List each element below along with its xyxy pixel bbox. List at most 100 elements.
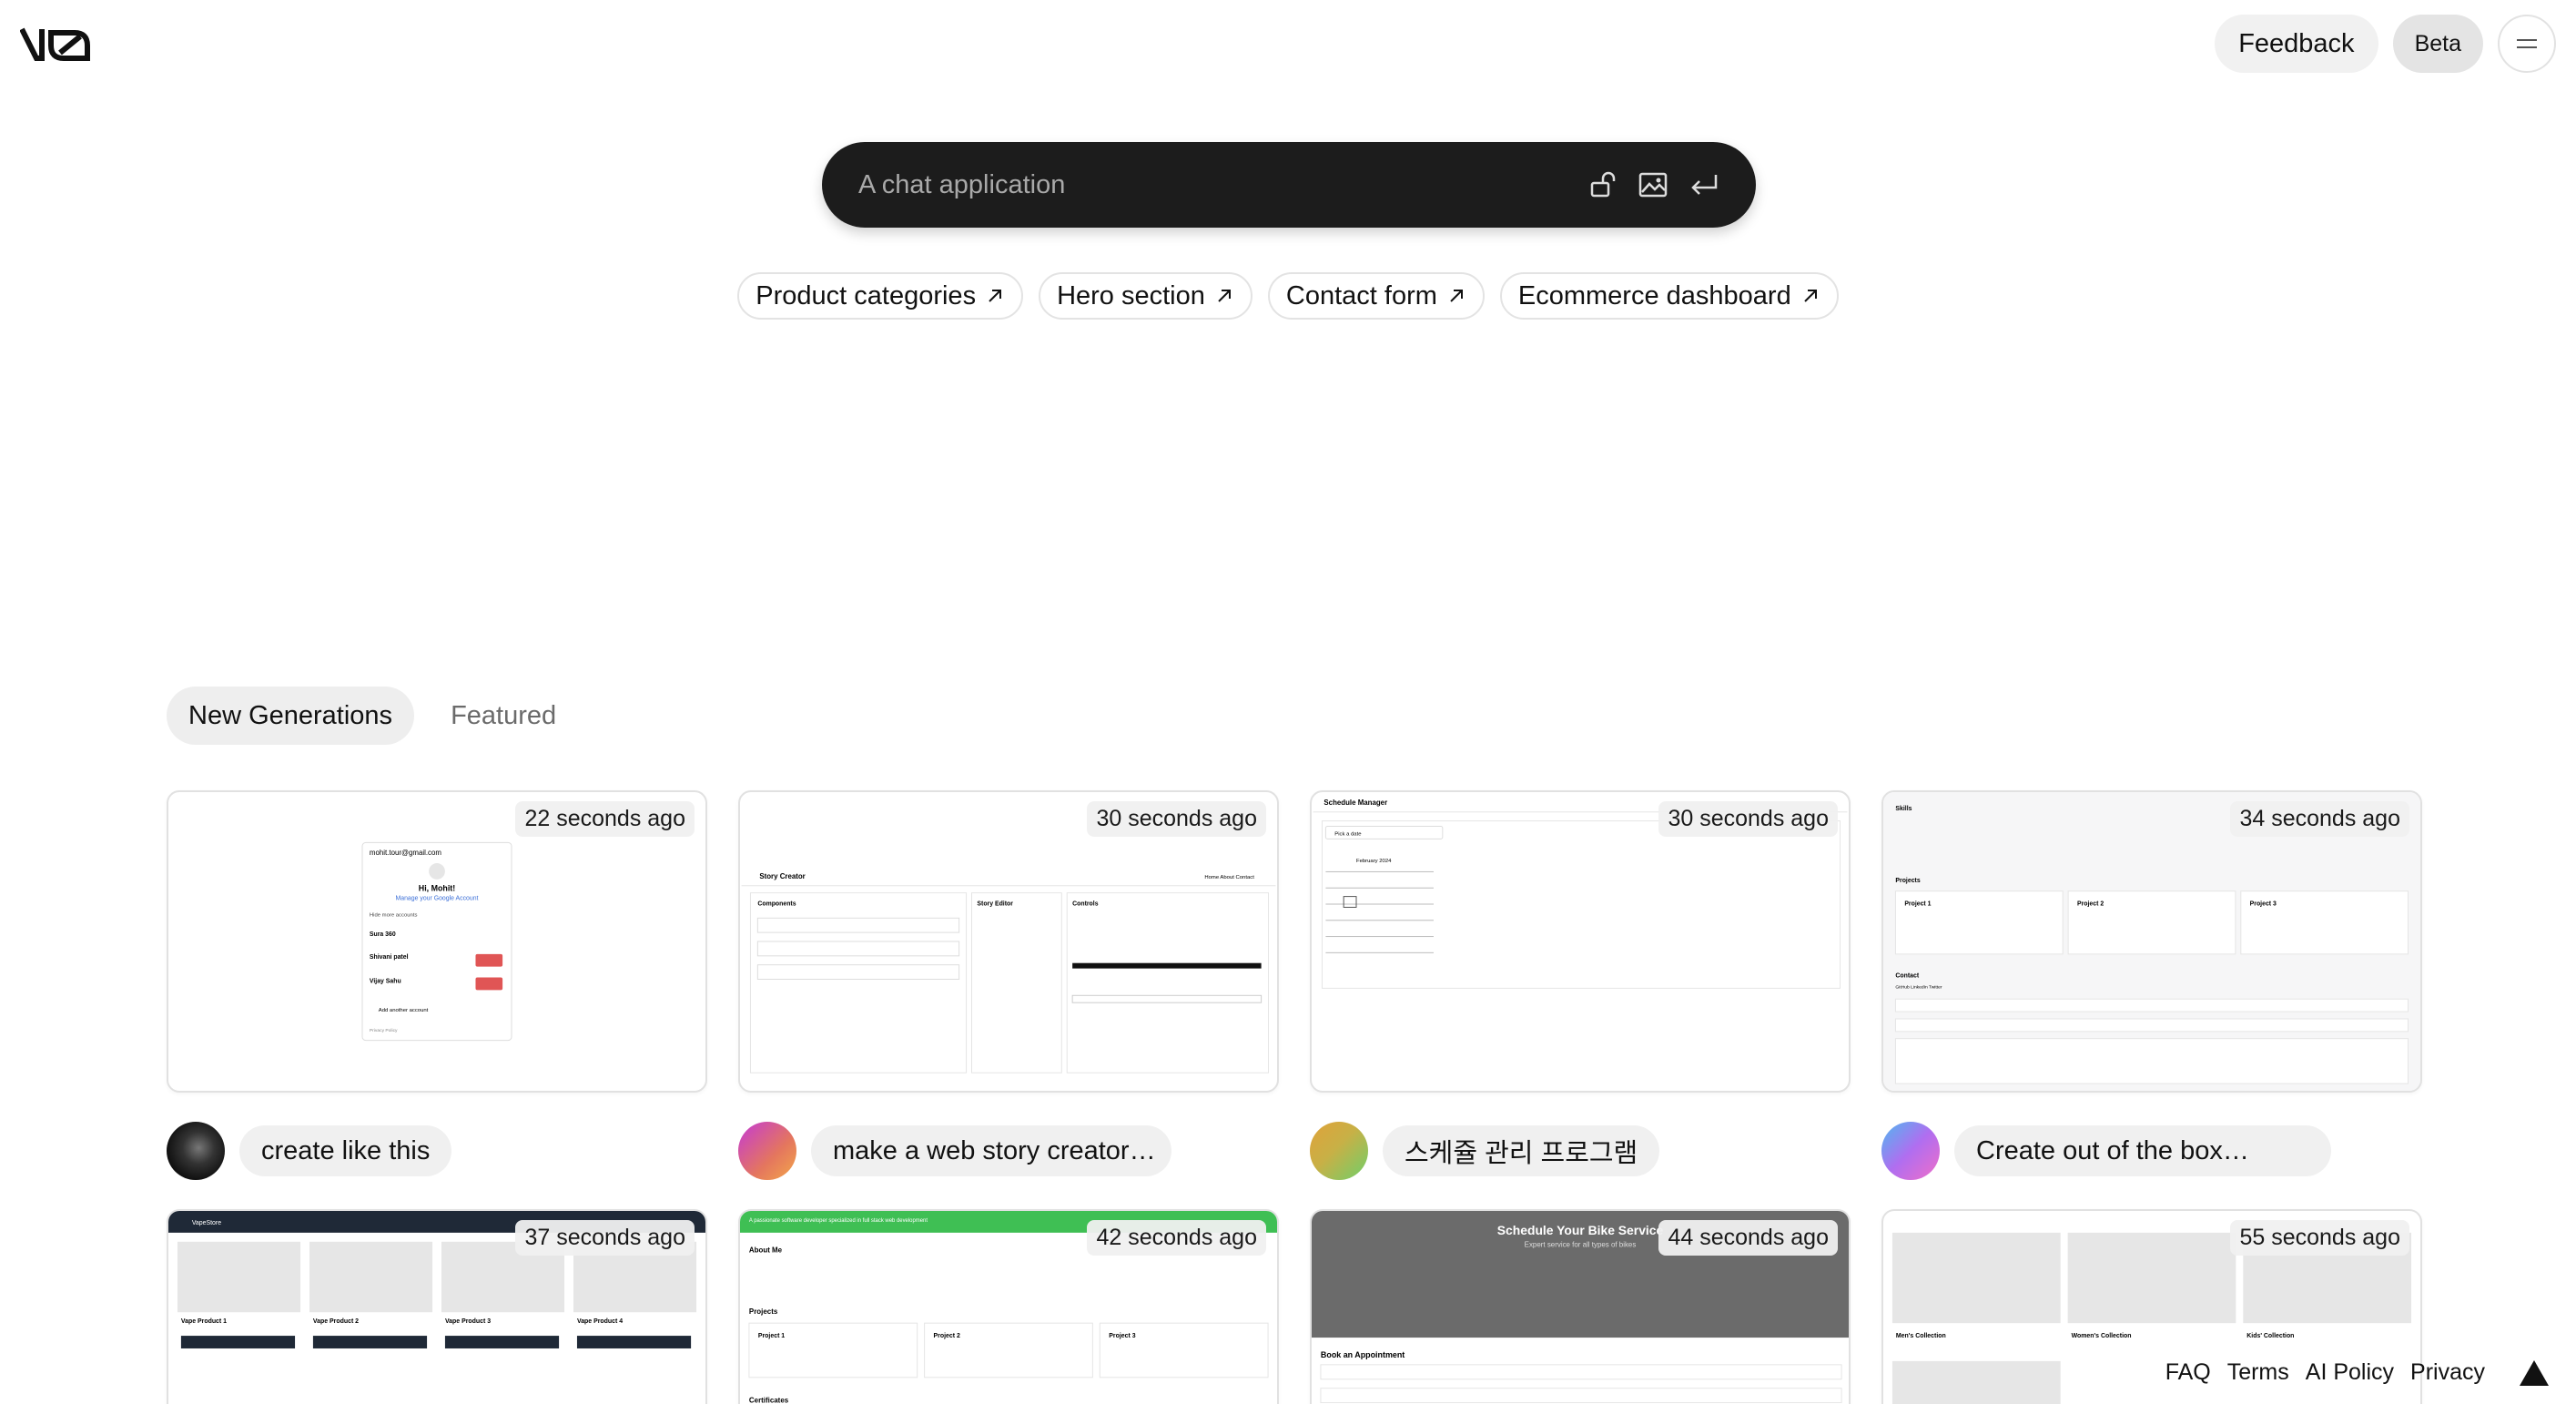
menu-icon xyxy=(2517,39,2537,48)
menu-button[interactable] xyxy=(2498,15,2556,73)
footer-faq-link[interactable]: FAQ xyxy=(2165,1359,2211,1386)
timestamp: 44 seconds ago xyxy=(1658,1220,1838,1256)
suggestion-chip[interactable]: Contact form xyxy=(1267,272,1485,320)
prompt-bubble[interactable]: create like this xyxy=(239,1125,452,1176)
arrow-up-right-icon xyxy=(989,290,1002,302)
svg-text:VapeStore: VapeStore xyxy=(192,1220,221,1226)
svg-text:Privacy Policy: Privacy Policy xyxy=(370,1028,398,1033)
svg-text:Project 1: Project 1 xyxy=(1904,900,1931,907)
svg-text:Vape Product 1: Vape Product 1 xyxy=(181,1318,227,1325)
footer-privacy-link[interactable]: Privacy xyxy=(2410,1359,2485,1386)
svg-text:Shivani patel: Shivani patel xyxy=(370,954,409,961)
vercel-triangle-icon[interactable] xyxy=(2520,1359,2549,1386)
generation-card[interactable]: Schedule Your Bike Service Expert servic… xyxy=(1310,1209,1851,1404)
svg-text:Sura 360: Sura 360 xyxy=(370,931,396,938)
generation-meta: Create out of the box… xyxy=(1881,1122,2331,1180)
svg-text:Project 3: Project 3 xyxy=(1109,1333,1135,1339)
prompt-bubble[interactable]: make a web story creator… xyxy=(811,1125,1171,1176)
v0-logo[interactable] xyxy=(20,24,95,64)
svg-text:Contact: Contact xyxy=(1895,973,1919,980)
svg-text:Vape Product 2: Vape Product 2 xyxy=(313,1318,359,1325)
footer-ai-policy-link[interactable]: AI Policy xyxy=(2306,1359,2394,1386)
footer-terms-link[interactable]: Terms xyxy=(2227,1359,2289,1386)
arrow-up-right-icon xyxy=(1450,290,1463,302)
lock-open-icon[interactable] xyxy=(1587,169,1618,200)
avatar[interactable] xyxy=(738,1122,796,1180)
prompt-input[interactable] xyxy=(858,169,1587,200)
svg-text:Home About Contact: Home About Contact xyxy=(1204,875,1254,880)
preview-thumbnail: mohit.tour@gmail.com Hi, Mohit! Manage y… xyxy=(361,841,512,1042)
generation-card[interactable]: Story Creator Home About Contact Compone… xyxy=(738,790,1279,1093)
footer-links: FAQ Terms AI Policy Privacy xyxy=(2165,1359,2549,1386)
svg-text:Vape Product 4: Vape Product 4 xyxy=(577,1318,623,1325)
svg-text:Certificates: Certificates xyxy=(749,1397,789,1404)
svg-text:Project 2: Project 2 xyxy=(934,1333,960,1339)
suggestion-chips: Product categories Hero section Contact … xyxy=(0,272,2576,320)
timestamp: 42 seconds ago xyxy=(1087,1220,1266,1256)
svg-text:mohit.tour@gmail.com: mohit.tour@gmail.com xyxy=(370,849,441,857)
svg-text:Book an Appointment: Book an Appointment xyxy=(1321,1350,1405,1359)
generation-meta: create like this xyxy=(167,1122,452,1180)
svg-text:Skills: Skills xyxy=(1895,806,1912,812)
arrow-up-right-icon xyxy=(1218,290,1231,302)
suggestion-chip[interactable]: Hero section xyxy=(1039,272,1253,320)
feedback-button[interactable]: Feedback xyxy=(2215,15,2378,73)
svg-text:Schedule Manager: Schedule Manager xyxy=(1323,799,1387,807)
svg-text:Vijay Sahu: Vijay Sahu xyxy=(370,978,401,984)
generation-card[interactable]: mohit.tour@gmail.com Hi, Mohit! Manage y… xyxy=(167,790,707,1093)
svg-text:Projects: Projects xyxy=(1895,878,1920,884)
timestamp: 30 seconds ago xyxy=(1087,801,1266,837)
svg-text:Controls: Controls xyxy=(1072,900,1099,907)
timestamp: 37 seconds ago xyxy=(515,1220,695,1256)
gallery-tabs: New Generations Featured xyxy=(167,687,578,745)
svg-text:Women's Collection: Women's Collection xyxy=(2072,1333,2132,1339)
svg-text:Story Creator: Story Creator xyxy=(759,872,805,880)
svg-text:February 2024: February 2024 xyxy=(1356,859,1392,864)
svg-text:Pick a date: Pick a date xyxy=(1334,831,1362,837)
svg-text:About Me: About Me xyxy=(749,1246,783,1255)
svg-text:Schedule Your Bike Service: Schedule Your Bike Service xyxy=(1497,1223,1664,1237)
svg-text:Kids' Collection: Kids' Collection xyxy=(2246,1333,2294,1339)
generation-card[interactable]: A passionate software developer speciali… xyxy=(738,1209,1279,1404)
svg-text:Men's Collection: Men's Collection xyxy=(1896,1333,1946,1339)
svg-text:Project 2: Project 2 xyxy=(2077,900,2104,907)
avatar[interactable] xyxy=(167,1122,225,1180)
svg-text:Components: Components xyxy=(757,900,796,907)
svg-text:Vape Product 3: Vape Product 3 xyxy=(445,1318,491,1325)
timestamp: 34 seconds ago xyxy=(2230,801,2409,837)
generation-card[interactable]: VapeStore Vape Product 1 Vape Product 2 … xyxy=(167,1209,707,1404)
tab-featured[interactable]: Featured xyxy=(429,687,578,745)
avatar[interactable] xyxy=(1310,1122,1368,1180)
enter-icon[interactable] xyxy=(1689,169,1719,200)
timestamp: 22 seconds ago xyxy=(515,801,695,837)
timestamp: 55 seconds ago xyxy=(2230,1220,2409,1256)
svg-text:A passionate software develope: A passionate software developer speciali… xyxy=(749,1218,928,1224)
avatar[interactable] xyxy=(1881,1122,1940,1180)
svg-text:Hi, Mohit!: Hi, Mohit! xyxy=(419,884,455,893)
arrow-up-right-icon xyxy=(1804,290,1817,302)
tab-new-generations[interactable]: New Generations xyxy=(167,687,415,745)
svg-text:Project 1: Project 1 xyxy=(758,1333,785,1339)
image-icon[interactable] xyxy=(1638,169,1668,200)
suggestion-chip[interactable]: Product categories xyxy=(737,272,1024,320)
beta-badge[interactable]: Beta xyxy=(2392,15,2483,73)
generation-card[interactable]: Skills Projects Project 1 Project 2 Proj… xyxy=(1881,790,2422,1093)
prompt-bubble[interactable]: Create out of the box… xyxy=(1954,1125,2331,1176)
generation-card[interactable]: Schedule Manager Pick a date February 20… xyxy=(1310,790,1851,1093)
preview-thumbnail: Skills Projects Project 1 Project 2 Proj… xyxy=(1883,792,2420,1091)
prompt-bar xyxy=(822,142,1756,228)
timestamp: 30 seconds ago xyxy=(1658,801,1838,837)
suggestion-chip[interactable]: Ecommerce dashboard xyxy=(1499,272,1839,320)
generation-meta: make a web story creator… xyxy=(738,1122,1171,1180)
svg-text:Hide more accounts: Hide more accounts xyxy=(370,912,418,918)
prompt-bubble[interactable]: 스케쥴 관리 프로그램 xyxy=(1383,1125,1660,1176)
svg-text:Projects: Projects xyxy=(749,1307,778,1316)
svg-text:Manage your Google Account: Manage your Google Account xyxy=(396,896,479,902)
preview-thumbnail: Story Creator Home About Contact Compone… xyxy=(741,872,1276,1073)
svg-text:Story Editor: Story Editor xyxy=(977,900,1013,907)
preview-thumbnail: Schedule Manager Pick a date February 20… xyxy=(1313,799,1848,989)
svg-text:GitHub LinkedIn Twitter: GitHub LinkedIn Twitter xyxy=(1895,984,1942,990)
svg-text:Project 3: Project 3 xyxy=(2250,900,2277,907)
generation-meta: 스케쥴 관리 프로그램 xyxy=(1310,1122,1660,1180)
svg-text:Expert service for all types o: Expert service for all types of bikes xyxy=(1525,1241,1637,1249)
